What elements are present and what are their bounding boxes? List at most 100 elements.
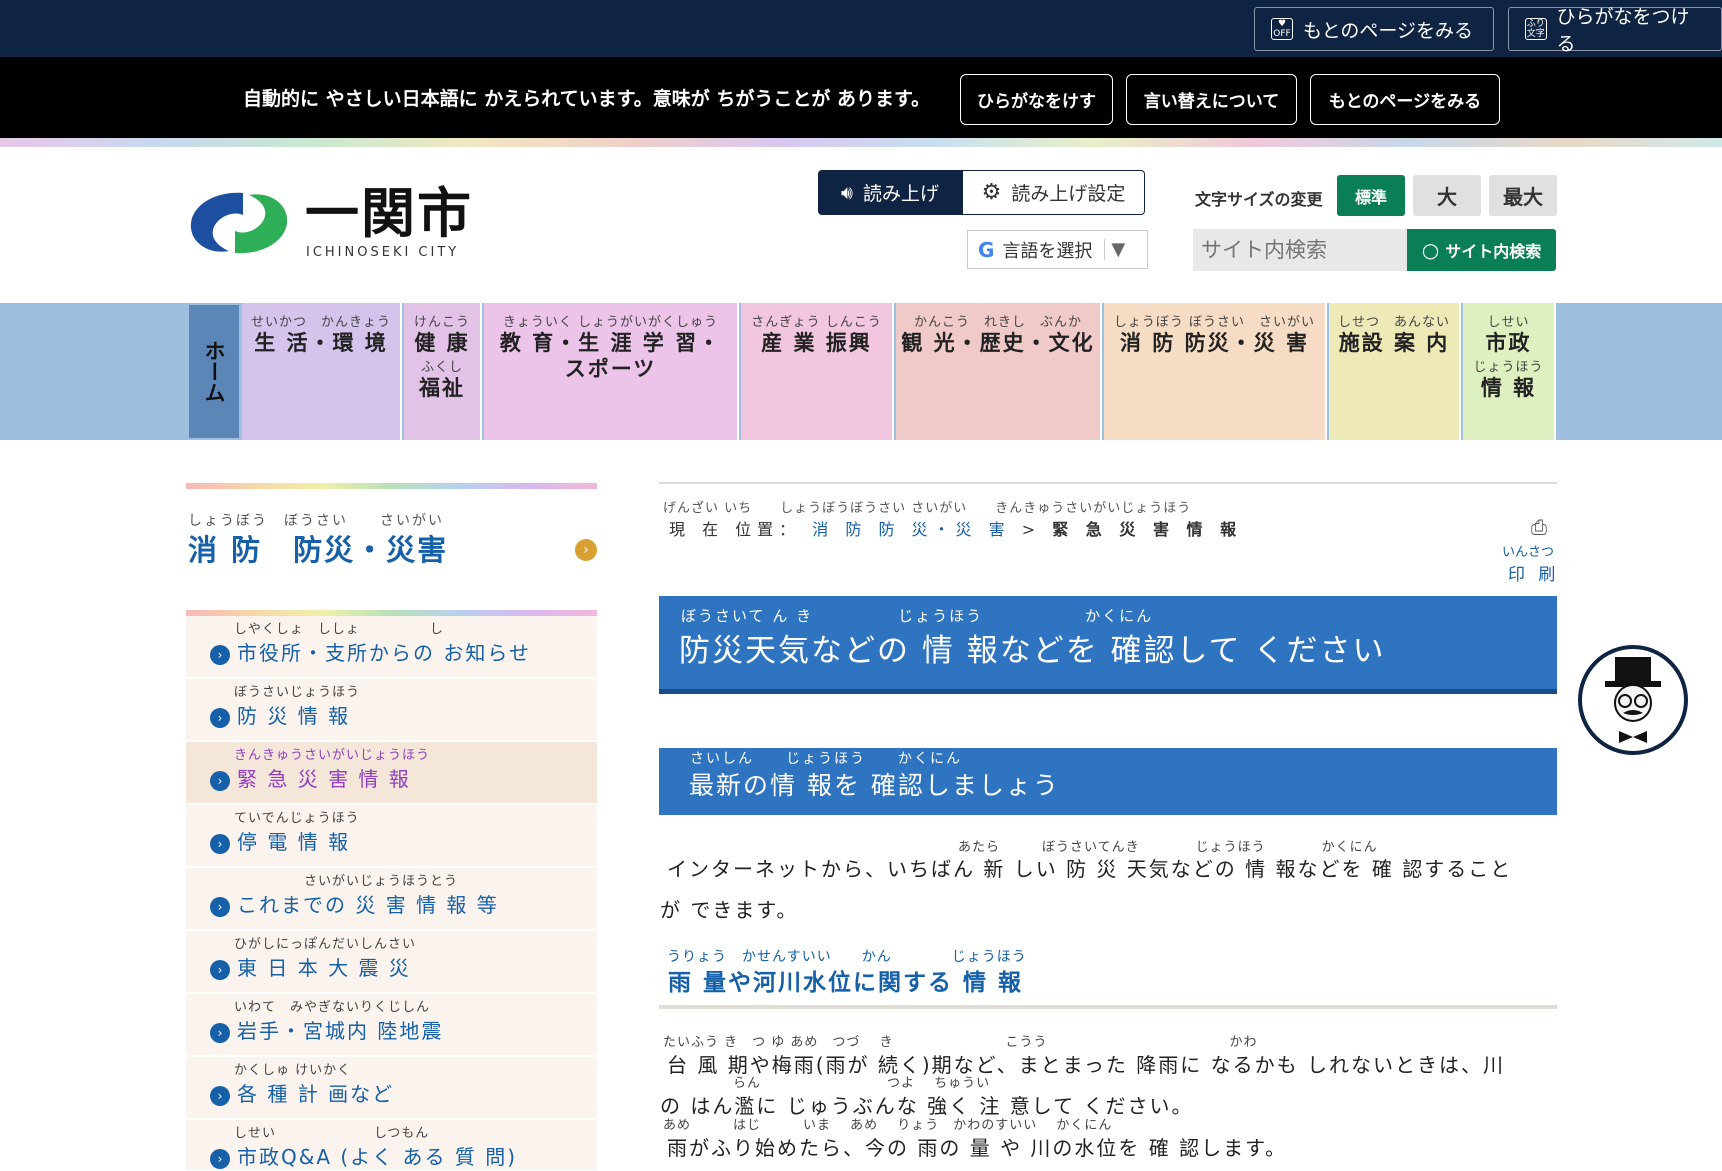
sidebar-item-ruby: ひがしにっぽんだいしんさい (234, 937, 417, 952)
chevron-right-icon: › (210, 960, 230, 980)
nav-item-facilities[interactable]: しせつ あんない 施設 案 内 (1329, 303, 1461, 440)
sidebar-item-ruby: しせい しつもん (234, 1126, 430, 1141)
read-aloud-label: 読み上げ (862, 183, 939, 205)
breadcrumb-ruby: げんざい いち しょうぼうぼうさい さいがい きんきゅうさいがいじょうほう (663, 501, 1192, 516)
nav-ruby: じょうほう (1473, 360, 1544, 375)
nav-label: 福祉 (419, 376, 465, 400)
nav-item-life-environment[interactable]: せいかつ かんきょう 生 活・環 境 (242, 303, 402, 440)
search-icon: ○ (1421, 238, 1440, 262)
language-label: 言語を選択 (1002, 240, 1093, 262)
paragraph-text: インターネットから、いちばん 新 しい 防 災 天気などの 情 報などを 確 認… (667, 857, 1513, 881)
sidebar-item-ruby: ぼうさいじょうほう (234, 685, 361, 700)
sidebar-item-ruby: いわて みやぎないりくじしん (234, 1000, 431, 1015)
font-size-standard-button[interactable]: 標準 (1337, 175, 1405, 216)
search-button[interactable]: ○ サイト内検索 (1407, 229, 1556, 271)
nav-ruby: しせい (1487, 315, 1530, 330)
chevron-down-icon: ▼ (1104, 239, 1125, 260)
nav-ruby: かんこう れきし ぶんか (913, 315, 1082, 330)
nav-item-education[interactable]: きょういく しょうがいがくしゅう 教 育・生 涯 学 習・ スポーツ (484, 303, 739, 440)
sidebar-item-plans[interactable]: かくしゅ けいかく › 各 種 計 画など (186, 1057, 597, 1119)
nav-label: スポーツ (564, 357, 657, 381)
nav-ruby: しせつ あんない (1337, 315, 1450, 330)
nav-label: 観 光・歴史・文化 (901, 331, 1095, 355)
search-input[interactable] (1193, 229, 1408, 271)
original-page-label: もとのページをみる (1303, 19, 1474, 42)
nav-item-fire-disaster[interactable]: しょうぼう ぼうさい さいがい 消 防 防災・災 害 (1104, 303, 1327, 440)
nav-label: 情 報 (1480, 376, 1537, 400)
nav-label: 産 業 振興 (761, 331, 872, 355)
sidebar-item-label: 市政Q&A (よく ある 質 問) (237, 1145, 518, 1169)
nav-ruby: ふくし (420, 360, 463, 375)
language-select[interactable]: G 言語を選択 ▼ (967, 230, 1148, 269)
nav-item-tourism-history[interactable]: かんこう れきし ぶんか 観 光・歴史・文化 (896, 303, 1102, 440)
sidebar-item-great-east-japan-earthquake[interactable]: ひがしにっぽんだいしんさい › 東 日 本 大 震 災 (186, 931, 597, 993)
nav-item-health-welfare[interactable]: けんこう 健 康 ふくし 福祉 (404, 303, 482, 440)
sidebar-item-label: これまでの 災 害 情 報 等 (237, 893, 499, 917)
notice-original-page-button[interactable]: もとのページをみる (1310, 74, 1500, 125)
nav-home[interactable]: ホーム (189, 305, 239, 438)
print-button[interactable]: 印 刷 (1508, 560, 1559, 585)
sidebar-item-past-disasters[interactable]: さいがいじょうほうとう › これまでの 災 害 情 報 等 (186, 868, 597, 930)
nav-label: 市政 (1485, 331, 1532, 355)
sidebar-item-label: 東 日 本 大 震 災 (237, 956, 411, 980)
furigana-icon: ふり文字 (1525, 18, 1547, 40)
paragraph-ruby: あめ はじ いま あめ りょう かわのすいい かくにん (663, 1118, 1113, 1133)
read-settings-button[interactable]: ⚙ 読み上げ設定 (962, 170, 1145, 215)
city-name[interactable]: 一関市 (305, 184, 473, 244)
sidebar-item-label: 緊 急 災 害 情 報 (237, 767, 411, 791)
sidebar-item-label: 停 電 情 報 (237, 830, 351, 854)
gear-icon: ⚙ (981, 180, 1002, 205)
page-title: 防災天気などの 情 報などを 確認して ください (679, 633, 1386, 669)
chevron-right-icon: › (210, 771, 230, 791)
sidebar-item-ruby: しやくしょ ししょ し (234, 622, 444, 637)
breadcrumb-prefix: 現 在 位置： (669, 520, 802, 539)
paragraph-text: が できます。 (660, 898, 799, 922)
printer-icon[interactable]: ⎙ (1531, 515, 1547, 539)
font-size-label: 文字サイズの変更 (1195, 190, 1323, 209)
page-title-ruby: ぼうさいて ん き じょうほう かくにん (681, 607, 1154, 625)
font-size-max-button[interactable]: 最大 (1489, 175, 1557, 216)
nav-item-city-info[interactable]: しせい 市政 じょうほう 情 報 (1463, 303, 1556, 440)
sidebar-item-emergency-info[interactable]: きんきゅうさいがいじょうほう › 緊 急 災 害 情 報 (186, 742, 597, 804)
google-icon: G (978, 237, 995, 262)
sidebar-item-faq[interactable]: しせい しつもん › 市政Q&A (よく ある 質 問) (186, 1120, 597, 1171)
chevron-right-icon[interactable]: › (575, 539, 597, 561)
chevron-right-icon: › (210, 1086, 230, 1106)
about-rephrasing-button[interactable]: 言い替えについて (1126, 74, 1297, 125)
nav-label: 施設 案 内 (1338, 331, 1450, 355)
remove-hiragana-button[interactable]: ひらがなをけす (960, 74, 1113, 125)
chevron-right-icon: › (210, 834, 230, 854)
rainbow-divider (0, 138, 1722, 147)
breadcrumb: 現 在 位置： 消 防 防 災・災 害 > 緊 急 災 害 情 報 (669, 516, 1242, 540)
sidebar-item-power-outage[interactable]: ていでんじょうほう › 停 電 情 報 (186, 805, 597, 867)
subheading-divider (659, 1005, 1557, 1009)
breadcrumb-link[interactable]: 消 防 防 災・災 害 (812, 520, 1010, 539)
sidebar-item-disaster-info[interactable]: ぼうさいじょうほう › 防 災 情 報 (186, 679, 597, 741)
section-heading-ruby: さいしん じょうほう かくにん (690, 751, 962, 767)
mascot-assistant-icon[interactable] (1578, 645, 1688, 755)
subheading: 雨 量や河川水位に関する 情 報 (668, 970, 1024, 996)
nav-item-industry[interactable]: さんぎょう しんこう 産 業 振興 (741, 303, 894, 440)
search-button-label: サイト内検索 (1445, 242, 1542, 261)
font-size-large-button[interactable]: 大 (1413, 175, 1481, 216)
nav-ruby: きょういく しょうがいがくしゅう (502, 315, 719, 330)
chevron-right-icon: › (210, 897, 230, 917)
nav-ruby: さんぎょう しんこう (751, 315, 882, 330)
sidebar-item-label: 防 災 情 報 (237, 704, 351, 728)
nav-ruby: しょうぼう ぼうさい さいがい (1113, 315, 1316, 330)
chevron-right-icon: › (210, 708, 230, 728)
sidebar-item-city-notices[interactable]: しやくしょ ししょ し › 市役所・支所からの お知らせ (186, 616, 597, 678)
read-aloud-button[interactable]: 🔊︎ 読み上げ (818, 170, 962, 215)
sidebar-item-iwate-miyagi-earthquake[interactable]: いわて みやぎないりくじしん › 岩手・宮城内 陸地震 (186, 994, 597, 1056)
city-logo-icon[interactable] (185, 185, 293, 265)
original-page-button[interactable]: ♥ OFF もとのページをみる (1254, 7, 1494, 51)
heart-off-icon: ♥ OFF (1271, 18, 1293, 40)
sidebar-item-ruby: かくしゅ けいかく (234, 1063, 352, 1078)
nav-label: 生 活・環 境 (254, 331, 388, 355)
speaker-icon: 🔊︎ (841, 181, 853, 204)
sidebar-title[interactable]: 消 防 防災・災害 (188, 527, 448, 569)
notice-text: 自動的に やさしい日本語に かえられています。意味が ちがうことが あります。 (243, 88, 931, 110)
hiragana-toggle-button[interactable]: ふり文字 ひらがなをつける (1508, 6, 1722, 55)
sidebar-divider (186, 483, 597, 489)
sidebar-item-ruby: さいがいじょうほうとう (234, 874, 459, 889)
